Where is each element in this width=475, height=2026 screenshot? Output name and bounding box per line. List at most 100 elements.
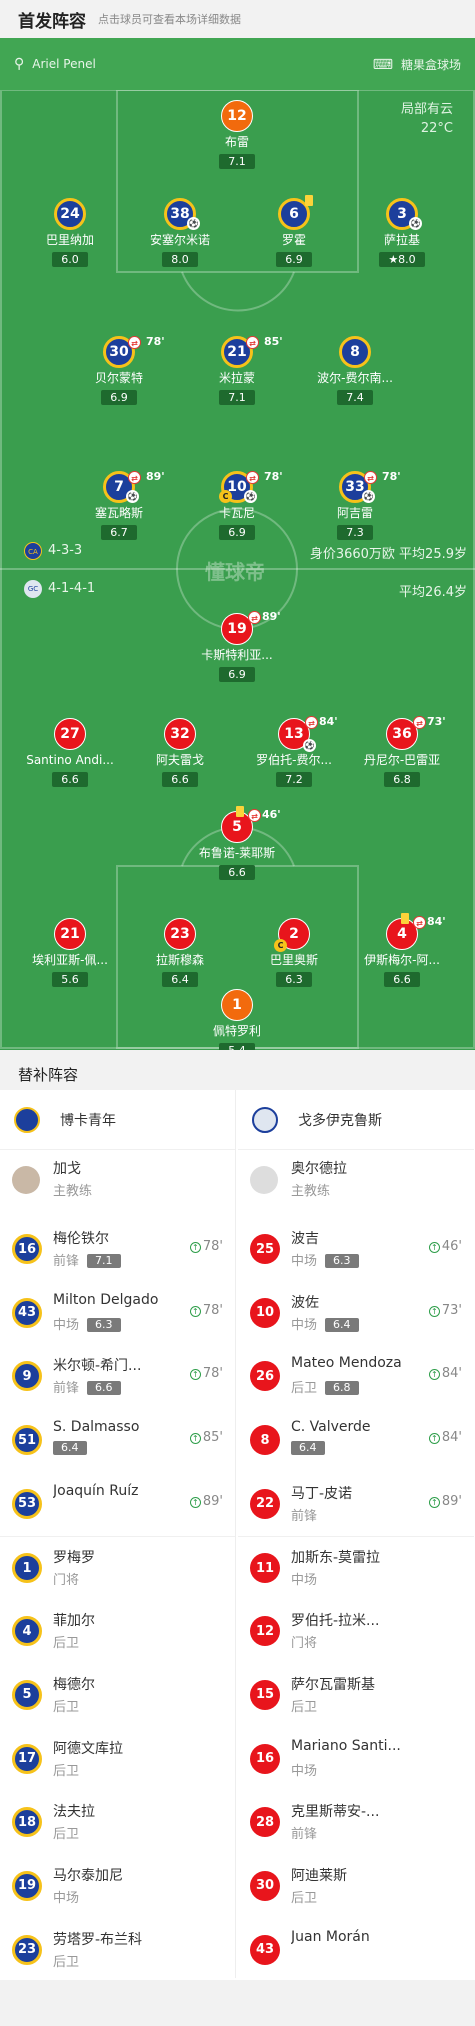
player-number-badge: 19 ⇄ 89' bbox=[221, 610, 281, 645]
sub-player-row[interactable]: 4 菲加尔 后卫 bbox=[0, 1600, 235, 1664]
away-player[interactable]: 4 ⇄ 84' 伊斯梅尔-阿... 6.6 bbox=[347, 913, 457, 987]
sub-player-position: 门将 bbox=[291, 1636, 318, 1652]
sub-out-icon: ⇄ bbox=[364, 471, 377, 484]
sub-player-name: Juan Morán bbox=[291, 1928, 370, 1945]
sub-player-position: 后卫 bbox=[291, 1890, 318, 1906]
sub-player-row[interactable]: 26 Mateo Mendoza 后卫 6.8 ↑ 84' bbox=[238, 1345, 474, 1409]
player-number: 5 bbox=[232, 819, 242, 835]
sub-player-row[interactable]: 8 C. Valverde 6.4 ↑ 84' bbox=[238, 1409, 474, 1473]
away-player[interactable]: 32 阿夫雷戈 6.6 bbox=[125, 718, 235, 787]
player-name: 贝尔蒙特 bbox=[94, 371, 143, 385]
player-rating: 8.0 bbox=[162, 252, 198, 267]
sub-player-row[interactable]: 18 法夫拉 后卫 bbox=[0, 1791, 235, 1855]
coach-role: 主教练 bbox=[291, 1184, 331, 1199]
player-number-badge: 5 ⇄ 46' bbox=[221, 806, 281, 843]
sub-player-rating: 6.3 bbox=[325, 1254, 359, 1268]
away-coach[interactable]: 奥尔德拉 主教练 bbox=[238, 1150, 474, 1218]
sub-player-row[interactable]: 30 阿迪莱斯 后卫 bbox=[238, 1855, 474, 1919]
home-player[interactable]: 8 波尔-费尔南... 7.4 bbox=[300, 336, 410, 405]
sub-player-row[interactable]: 53 Joaquín Ruíz ↑ 89' bbox=[0, 1473, 235, 1537]
player-name: 丹尼尔-巴雷亚 bbox=[363, 753, 441, 767]
sub-player-row[interactable]: 51 S. Dalmasso 6.4 ↑ 85' bbox=[0, 1409, 235, 1473]
goal-icon: ⚽ bbox=[409, 217, 422, 230]
player-number-badge: 10 ⇄ 78' ⚽ C bbox=[219, 470, 283, 503]
sub-player-row[interactable]: 16 Mariano Santi... 中场 bbox=[238, 1728, 474, 1792]
sub-player-number: 25 bbox=[250, 1234, 280, 1264]
sub-player-row[interactable]: 10 波佐 中场 6.4 ↑ 73' bbox=[238, 1282, 474, 1346]
away-player[interactable]: 36 ⇄ 73' 丹尼尔-巴雷亚 6.8 bbox=[347, 715, 457, 787]
sub-player-row[interactable]: 22 马丁-皮诺 前锋 ↑ 89' bbox=[238, 1473, 474, 1537]
whistle-icon: ⚲ bbox=[14, 56, 25, 72]
home-player[interactable]: 38 ⚽ 安塞尔米诺 8.0 bbox=[125, 198, 235, 267]
home-coach[interactable]: 加戈 主教练 bbox=[0, 1150, 235, 1218]
sub-player-row[interactable]: 17 阿德文库拉 后卫 bbox=[0, 1728, 235, 1792]
home-player[interactable]: 7 ⇄ 89' ⚽ 塞瓦略斯 6.7 bbox=[64, 470, 174, 540]
sub-player-row[interactable]: 9 米尔顿-希门... 前锋 6.6 ↑ 78' bbox=[0, 1345, 235, 1409]
away-player[interactable]: 1 佩特罗利 5.4 bbox=[182, 989, 292, 1050]
sub-in-icon: ↑ bbox=[189, 1433, 201, 1445]
player-number: 1 bbox=[232, 997, 242, 1013]
sub-player-position: 中场 6.3 bbox=[291, 1250, 359, 1269]
home-team-header[interactable]: 博卡青年 bbox=[0, 1090, 235, 1150]
sub-player-row[interactable]: 1 罗梅罗 门将 bbox=[0, 1536, 235, 1600]
player-name: 波尔-费尔南... bbox=[317, 371, 393, 385]
player-number-badge: 38 ⚽ bbox=[164, 198, 200, 230]
sub-out-icon: ⇄ bbox=[413, 916, 426, 929]
home-player[interactable]: 30 ⇄ 78' 贝尔蒙特 6.9 bbox=[64, 335, 174, 405]
player-name: 布雷 bbox=[224, 135, 249, 149]
home-player[interactable]: 33 ⇄ 78' ⚽ 阿吉雷 7.3 bbox=[300, 470, 410, 540]
lineup-header: 首发阵容 点击球员可查看本场详细数据 bbox=[0, 0, 475, 38]
sub-player-number: 51 bbox=[12, 1425, 42, 1456]
home-player[interactable]: 10 ⇄ 78' ⚽ C 卡瓦尼 6.9 bbox=[182, 470, 292, 540]
sub-player-row[interactable]: 23 劳塔罗-布兰科 后卫 bbox=[0, 1919, 235, 1983]
sub-player-name: C. Valverde bbox=[291, 1419, 371, 1436]
sub-player-row[interactable]: 43 Juan Morán bbox=[238, 1919, 474, 1983]
sub-player-row[interactable]: 12 罗伯托-拉米... 门将 bbox=[238, 1600, 474, 1664]
player-rating: 7.3 bbox=[337, 525, 373, 540]
away-subs-column: 戈多伊克鲁斯 奥尔德拉 主教练 25 波吉 中场 6.3 ↑ 46' 10 波佐 中场 6.4 ↑ 7… bbox=[238, 1090, 474, 1978]
sub-player-rating: 6.4 bbox=[53, 1441, 87, 1456]
home-player[interactable]: 3 ⚽ 萨拉基 ★8.0 bbox=[347, 198, 457, 267]
away-player[interactable]: 13 ⇄ 84' ⚽ 罗伯托-费尔... 7.2 bbox=[239, 715, 349, 787]
player-rating: 6.6 bbox=[162, 772, 198, 787]
home-logo-icon: CA bbox=[24, 542, 42, 560]
home-player[interactable]: 12 布雷 7.1 bbox=[182, 100, 292, 169]
sub-player-row[interactable]: 15 萨尔瓦雷斯基 后卫 bbox=[238, 1664, 474, 1728]
player-rating: 6.6 bbox=[52, 772, 88, 787]
sub-player-name: 菲加尔 bbox=[53, 1613, 95, 1630]
player-number-badge: 21 ⇄ 85' bbox=[221, 335, 283, 368]
sub-in-time: ↑ 78' bbox=[189, 1366, 223, 1381]
away-player[interactable]: 23 拉斯穆森 6.4 bbox=[125, 918, 235, 987]
sub-player-row[interactable]: 19 马尔泰加尼 中场 bbox=[0, 1855, 235, 1919]
player-number: 3 bbox=[397, 206, 407, 222]
stadium-icon: ⌨ bbox=[372, 56, 393, 73]
player-name: 拉斯穆森 bbox=[155, 953, 204, 967]
sub-player-row[interactable]: 16 梅伦铁尔 前锋 7.1 ↑ 78' bbox=[0, 1218, 235, 1282]
away-team-header[interactable]: 戈多伊克鲁斯 bbox=[238, 1090, 474, 1150]
sub-player-name: 克里斯蒂安-... bbox=[291, 1804, 380, 1821]
away-player[interactable]: 19 ⇄ 89' 卡斯特利亚... 6.9 bbox=[182, 610, 292, 682]
away-logo-icon: GC bbox=[24, 580, 42, 598]
sub-player-row[interactable]: 43 Milton Delgado 中场 6.3 ↑ 78' bbox=[0, 1282, 235, 1346]
away-player[interactable]: 2 C 巴里奥斯 6.3 bbox=[239, 918, 349, 987]
home-player[interactable]: 21 ⇄ 85' 米拉蒙 7.1 bbox=[182, 335, 292, 405]
home-player[interactable]: 6 罗霍 6.9 bbox=[239, 195, 349, 267]
sub-player-number: 11 bbox=[250, 1553, 280, 1584]
sub-player-position: 后卫 bbox=[53, 1954, 80, 1970]
player-number: 19 bbox=[227, 621, 247, 637]
home-team-summary: CA 4-3-3 身价3660万欧 平均25.9岁 bbox=[0, 540, 475, 564]
sub-player-rating: 6.4 bbox=[291, 1441, 325, 1456]
sub-player-rating: 6.8 bbox=[325, 1381, 359, 1396]
player-name: 萨拉基 bbox=[383, 233, 420, 247]
sub-player-row[interactable]: 5 梅德尔 后卫 bbox=[0, 1664, 235, 1728]
away-player[interactable]: 27 Santino Andi... 6.6 bbox=[15, 718, 125, 787]
sub-out-icon: ⇄ bbox=[246, 471, 259, 484]
home-player[interactable]: 24 巴里纳加 6.0 bbox=[15, 198, 125, 267]
away-formation: 4-1-4-1 bbox=[48, 581, 96, 596]
sub-player-row[interactable]: 28 克里斯蒂安-... 前锋 bbox=[238, 1791, 474, 1855]
sub-player-rating: 6.3 bbox=[87, 1317, 121, 1332]
away-player[interactable]: 5 ⇄ 46' 布鲁诺-莱耶斯 6.6 bbox=[182, 806, 292, 880]
away-player[interactable]: 21 埃利亚斯-佩... 5.6 bbox=[15, 918, 125, 987]
sub-player-row[interactable]: 25 波吉 中场 6.3 ↑ 46' bbox=[238, 1218, 474, 1282]
sub-player-row[interactable]: 11 加斯东-莫雷拉 中场 bbox=[238, 1536, 474, 1600]
